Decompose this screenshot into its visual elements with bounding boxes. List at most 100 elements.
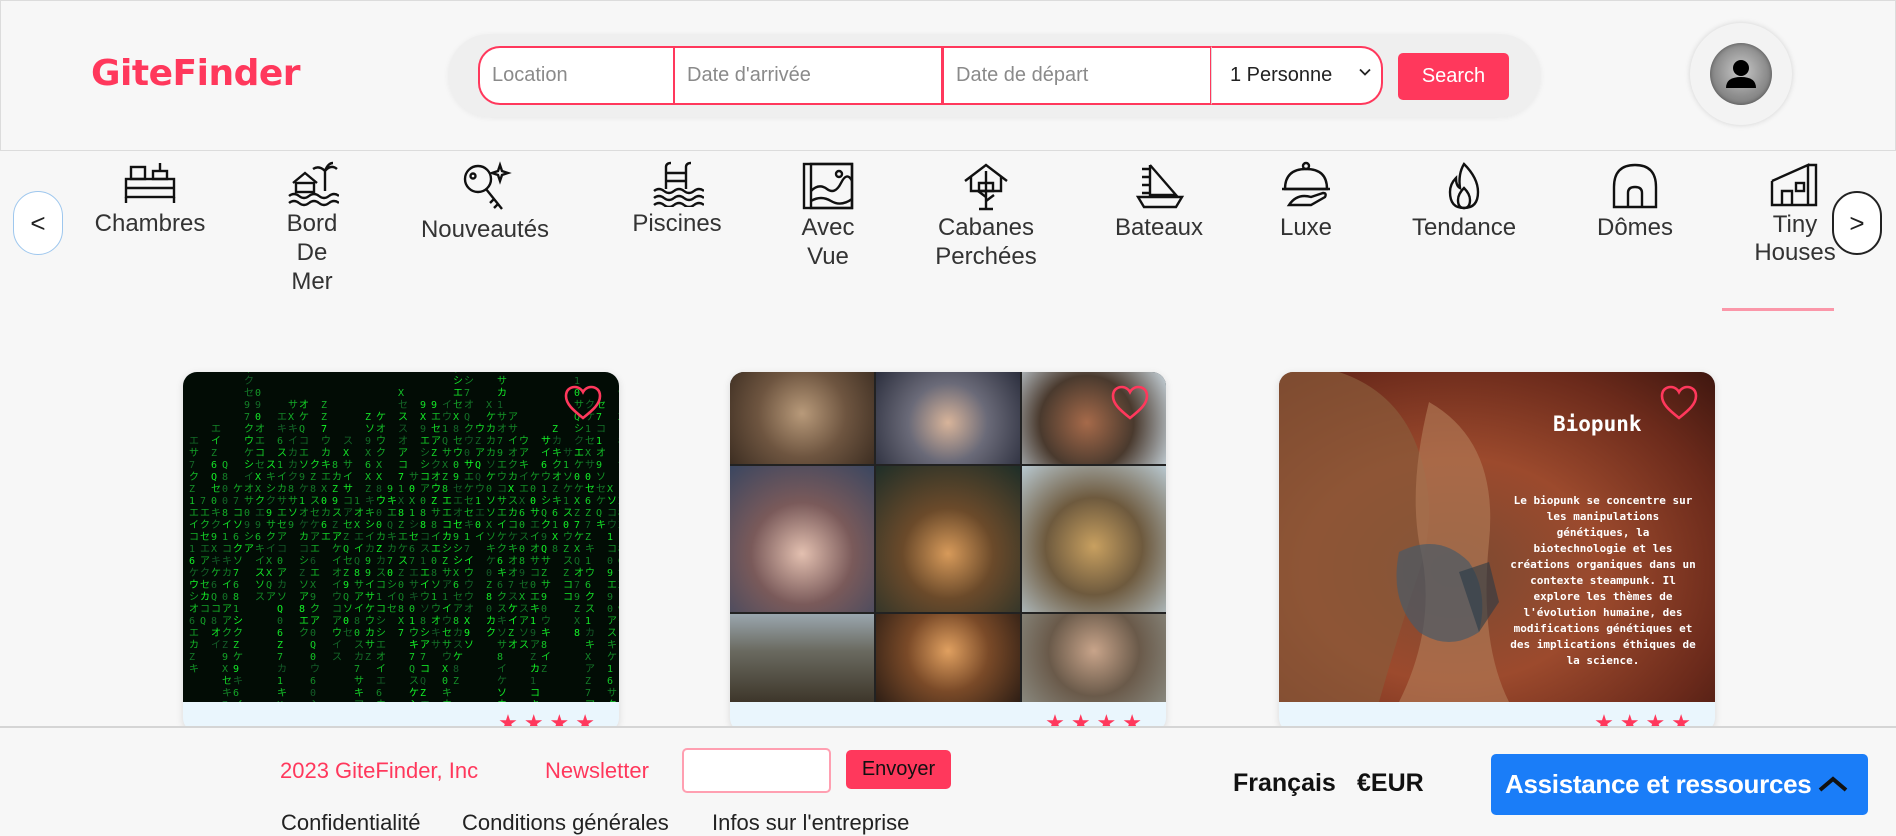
location-input[interactable] (478, 46, 674, 105)
matrix-glyph: Z (431, 448, 437, 459)
category-luxe[interactable]: Luxe (1276, 161, 1336, 242)
matrix-glyph: 6 (376, 688, 382, 699)
matrix-glyph: 1 (530, 616, 536, 627)
departure-date-input[interactable] (942, 46, 1212, 105)
category-avec-vue[interactable]: Avec Vue (788, 161, 868, 271)
matrix-glyph: コ (508, 520, 518, 531)
language-selector[interactable]: Français (1233, 769, 1336, 798)
matrix-glyph: X (376, 460, 382, 471)
matrix-glyph: Z (563, 544, 569, 555)
category-label: Tiny Houses (1754, 211, 1836, 266)
matrix-glyph: 9 (332, 496, 338, 507)
matrix-glyph: ア (244, 544, 254, 555)
matrix-glyph: Q (398, 592, 404, 603)
matrix-glyph: Z (398, 568, 404, 579)
matrix-glyph: ウ (475, 423, 485, 435)
matrix-glyph: エ (200, 508, 210, 519)
matrix-glyph: ク (200, 519, 210, 531)
user-menu-button[interactable] (1690, 23, 1792, 125)
matrix-glyph: 0 (255, 412, 261, 423)
assistance-resources-button[interactable]: Assistance et ressources (1491, 754, 1868, 815)
matrix-glyph: ア (332, 532, 342, 543)
categories-next-button[interactable]: > (1832, 191, 1882, 255)
footer-link-privacy[interactable]: Confidentialité (281, 810, 420, 836)
matrix-glyph: サ (442, 567, 452, 579)
newsletter-email-input[interactable] (682, 748, 831, 793)
matrix-glyph: X (486, 400, 492, 411)
matrix-glyph: 9 (244, 520, 250, 531)
matrix-glyph: ア (299, 592, 309, 603)
matrix-glyph: キ (607, 640, 617, 651)
category-chambres[interactable]: Chambres (90, 161, 210, 238)
matrix-glyph: ス (519, 640, 529, 651)
matrix-glyph: キ (211, 508, 221, 519)
matrix-glyph: X (310, 580, 316, 591)
footer-link-company-info[interactable]: Infos sur l'entreprise (712, 810, 909, 836)
matrix-glyph: Z (277, 640, 283, 651)
matrix-glyph: コ (189, 532, 199, 543)
category-nouveautes[interactable]: Nouveautés (412, 161, 558, 244)
category-cabanes-perchees[interactable]: Cabanes Perchées (928, 161, 1044, 271)
matrix-glyph: 9 (541, 592, 547, 603)
matrix-glyph: カ (321, 507, 331, 519)
matrix-glyph: 6 (189, 616, 195, 627)
search-button[interactable]: Search (1398, 53, 1509, 100)
heart-icon[interactable] (563, 384, 603, 422)
matrix-glyph: キ (596, 520, 606, 531)
matrix-glyph: Z (332, 520, 338, 531)
listing-card[interactable]: エサ7クZ1エイコ16ケウシオ6エカZキ7エクセエアクセカコQエイZ6Qセ0キク… (183, 372, 619, 732)
matrix-glyph: 1 (585, 616, 591, 627)
matrix-glyph: イ (442, 400, 452, 411)
matrix-glyph: ア (398, 448, 408, 459)
matrix-glyph: X (607, 484, 613, 495)
matrix-glyph: カ (497, 387, 507, 399)
matrix-glyph: Q (211, 472, 217, 483)
guests-select[interactable]: 1 Personne (1211, 46, 1383, 105)
category-piscines[interactable]: Piscines (624, 161, 730, 238)
listing-card[interactable]: Biopunk Le biopunk se concentre sur les … (1279, 372, 1715, 732)
footer-link-terms[interactable]: Conditions générales (462, 810, 669, 836)
categories-prev-button[interactable]: < (13, 191, 63, 255)
matrix-glyph: ク (508, 459, 518, 471)
matrix-glyph: 1 (442, 424, 448, 435)
matrix-glyph: Q (387, 520, 393, 531)
matrix-glyph: セ (453, 483, 463, 495)
matrix-glyph: シ (299, 556, 309, 567)
heart-icon[interactable] (1659, 384, 1699, 422)
matrix-glyph: コ (211, 604, 221, 615)
matrix-glyph: ケ (508, 531, 518, 543)
top-header: GiteFinder 1 Personne Search (0, 0, 1896, 151)
matrix-glyph: 8 (618, 508, 619, 519)
matrix-glyph: Q (420, 676, 426, 687)
category-bord-de-mer[interactable]: Bord De Mer (280, 161, 344, 296)
matrix-glyph: イ (508, 616, 518, 627)
matrix-glyph: キ (255, 544, 265, 555)
matrix-glyph: 0 (310, 688, 316, 699)
matrix-glyph: カ (387, 543, 397, 555)
matrix-glyph: ケ (596, 495, 606, 507)
matrix-glyph: サ (442, 639, 452, 651)
matrix-glyph: イ (376, 664, 386, 675)
matrix-glyph: 0 (354, 628, 360, 639)
matrix-glyph: エ (321, 532, 331, 543)
category-domes[interactable]: Dômes (1590, 161, 1680, 242)
listing-card[interactable]: ★★★★ (730, 372, 1166, 732)
matrix-glyph: ス (563, 508, 573, 519)
matrix-glyph: 8 (354, 568, 360, 579)
site-logo[interactable]: GiteFinder (91, 53, 301, 94)
category-tendance[interactable]: Tendance (1406, 161, 1522, 242)
matrix-glyph: ク (233, 627, 243, 639)
category-label: Luxe (1279, 214, 1333, 241)
newsletter-send-button[interactable]: Envoyer (846, 750, 951, 789)
matrix-glyph: サ (607, 687, 617, 699)
arrival-date-input[interactable] (673, 46, 943, 105)
matrix-glyph: セ (464, 507, 474, 519)
category-bateaux[interactable]: Bateaux (1108, 161, 1210, 242)
matrix-glyph: ク (266, 531, 276, 543)
matrix-glyph: ウ (189, 579, 199, 591)
heart-icon[interactable] (1110, 384, 1150, 422)
currency-selector[interactable]: €EUR (1357, 769, 1424, 798)
matrix-glyph: ス (332, 652, 342, 663)
matrix-glyph: 0 (530, 484, 536, 495)
matrix-glyph: ケ (189, 567, 199, 579)
